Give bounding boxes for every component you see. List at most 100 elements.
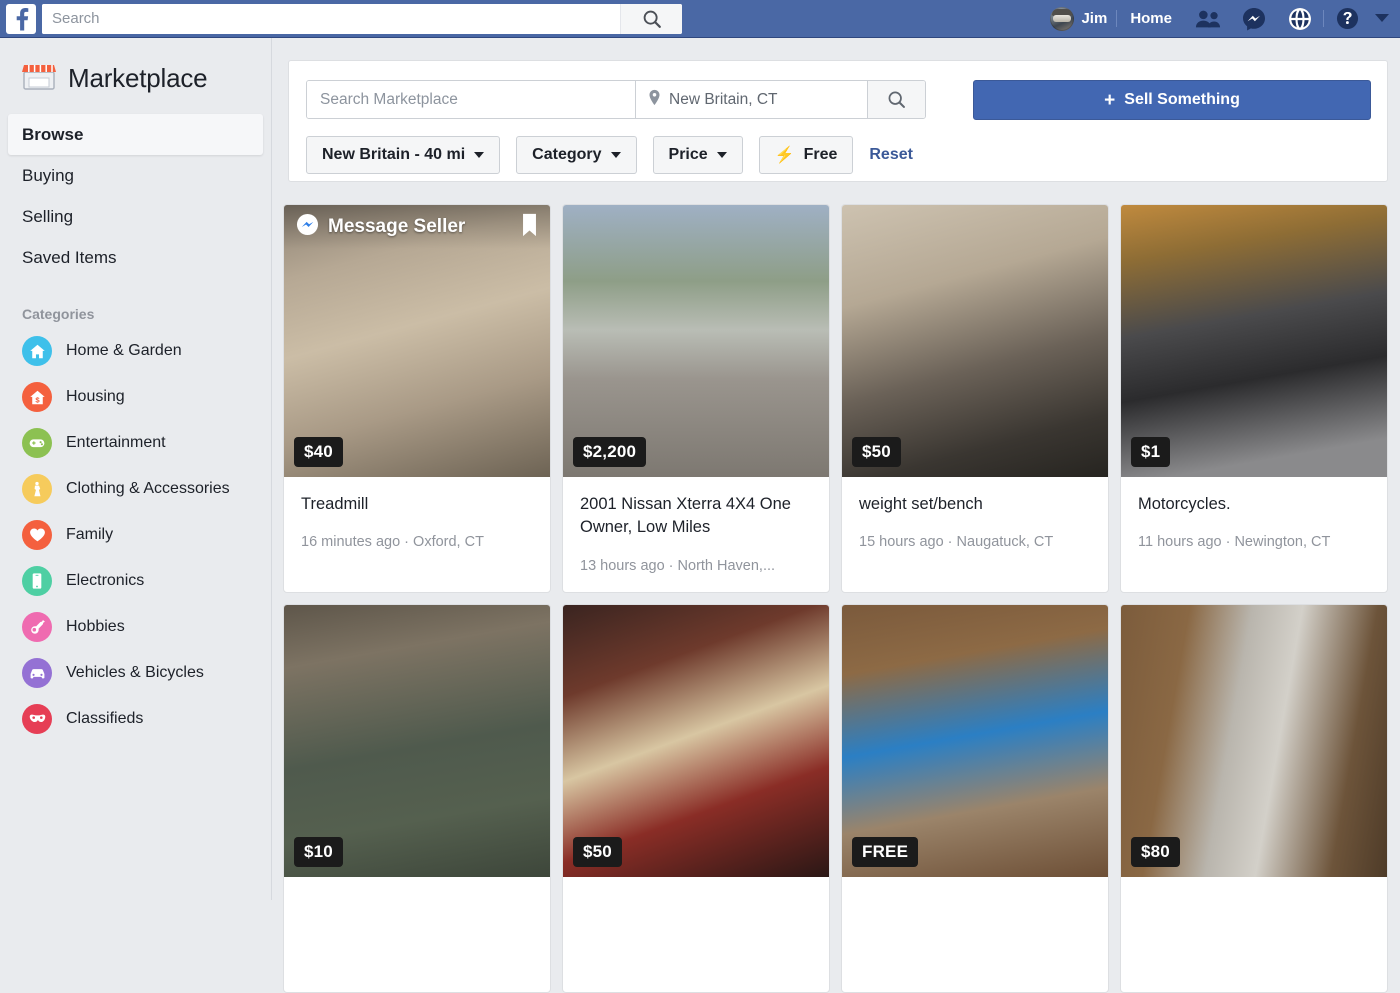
reset-filters-link[interactable]: Reset xyxy=(869,146,913,164)
global-search-input[interactable] xyxy=(42,4,620,34)
sidebar-item-housing[interactable]: $ Housing xyxy=(8,374,263,420)
sidebar-item-label: Saved Items xyxy=(22,248,117,268)
category-label: Classifieds xyxy=(66,708,143,729)
bolt-icon: ⚡ xyxy=(775,145,795,165)
price-badge: FREE xyxy=(852,837,918,867)
sell-something-button[interactable]: + Sell Something xyxy=(973,80,1371,120)
listing-card[interactable]: FREE xyxy=(841,604,1109,993)
listing-photo[interactable]: $50 xyxy=(842,205,1108,477)
marketplace-search-group[interactable] xyxy=(306,80,926,119)
listing-card[interactable]: $50 xyxy=(562,604,830,993)
category-label: Housing xyxy=(66,386,125,407)
filter-label: Price xyxy=(669,146,708,164)
profile-nav-button[interactable]: Jim xyxy=(1041,4,1116,34)
search-icon xyxy=(886,89,907,110)
help-button[interactable] xyxy=(1324,4,1370,34)
listing-title: 2001 Nissan Xterra 4X4 One Owner, Low Mi… xyxy=(580,493,812,540)
category-label: Entertainment xyxy=(66,432,166,453)
listing-photo[interactable]: Message Seller $40 xyxy=(284,205,550,477)
listing-meta: 13 hours ago · North Haven,... xyxy=(580,558,812,574)
dress-icon xyxy=(22,474,52,504)
bookmark-icon[interactable] xyxy=(521,213,538,242)
listing-card[interactable]: Message Seller $40 Treadmill 16 minutes … xyxy=(283,204,551,593)
messenger-button[interactable] xyxy=(1231,4,1277,34)
filter-location-radius[interactable]: New Britain - 40 mi xyxy=(306,136,500,174)
marketplace-main: + Sell Something New Britain - 40 mi Cat… xyxy=(272,38,1400,900)
price-badge: $10 xyxy=(294,837,343,867)
listing-card[interactable]: $1 Motorcycles. 11 hours ago · Newington… xyxy=(1120,204,1388,593)
notifications-button[interactable] xyxy=(1277,4,1323,34)
house-dollar-icon: $ xyxy=(22,382,52,412)
sidebar-item-electronics[interactable]: Electronics xyxy=(8,558,263,604)
listing-card[interactable]: $10 xyxy=(283,604,551,993)
sidebar-item-family[interactable]: Family xyxy=(8,512,263,558)
sidebar-item-saved-items[interactable]: Saved Items xyxy=(8,237,263,278)
price-badge: $50 xyxy=(573,837,622,867)
listing-card[interactable]: $2,200 2001 Nissan Xterra 4X4 One Owner,… xyxy=(562,204,830,593)
message-seller-overlay[interactable]: Message Seller xyxy=(284,205,550,249)
sell-button-label: Sell Something xyxy=(1124,91,1240,109)
chevron-down-icon xyxy=(611,152,621,158)
search-submit-button[interactable] xyxy=(867,81,925,118)
sidebar-item-label: Browse xyxy=(22,125,83,145)
page-title: Marketplace xyxy=(68,63,207,94)
sidebar-item-label: Buying xyxy=(22,166,74,186)
sidebar-item-buying[interactable]: Buying xyxy=(8,155,263,196)
location-field[interactable] xyxy=(635,81,867,118)
sidebar-item-classifieds[interactable]: Classifieds xyxy=(8,696,263,742)
search-input[interactable] xyxy=(307,81,635,118)
categories-list: Home & Garden $ Housing En xyxy=(8,328,263,742)
chevron-down-icon xyxy=(474,152,484,158)
listing-photo[interactable]: FREE xyxy=(842,605,1108,877)
sidebar-item-home-garden[interactable]: Home & Garden xyxy=(8,328,263,374)
sidebar-item-hobbies[interactable]: Hobbies xyxy=(8,604,263,650)
sidebar-item-selling[interactable]: Selling xyxy=(8,196,263,237)
categories-heading: Categories xyxy=(22,306,271,322)
category-label: Vehicles & Bicycles xyxy=(66,662,204,683)
friend-requests-button[interactable] xyxy=(1185,4,1231,34)
sidebar-item-vehicles-bicycles[interactable]: Vehicles & Bicycles xyxy=(8,650,263,696)
sidebar-item-browse[interactable]: Browse xyxy=(8,114,263,155)
friend-requests-icon xyxy=(1195,9,1221,29)
category-label: Hobbies xyxy=(66,616,125,637)
listing-photo[interactable]: $80 xyxy=(1121,605,1387,877)
price-badge: $40 xyxy=(294,437,343,467)
mask-icon xyxy=(22,704,52,734)
location-input[interactable] xyxy=(669,91,849,109)
listing-title: weight set/bench xyxy=(859,493,1091,516)
marketplace-sidebar: Marketplace Browse Buying Selling Saved … xyxy=(0,38,272,900)
avatar xyxy=(1050,7,1074,31)
category-label: Clothing & Accessories xyxy=(66,478,230,499)
filter-row: New Britain - 40 mi Category Price ⚡ Fre… xyxy=(289,119,1387,174)
listing-photo[interactable]: $10 xyxy=(284,605,550,877)
listings-grid: Message Seller $40 Treadmill 16 minutes … xyxy=(283,204,1393,993)
sidebar-item-label: Selling xyxy=(22,207,73,227)
listing-photo[interactable]: $50 xyxy=(563,605,829,877)
global-search-button[interactable] xyxy=(620,4,682,34)
category-label: Home & Garden xyxy=(66,340,182,361)
home-nav-link[interactable]: Home xyxy=(1117,4,1185,34)
filter-category[interactable]: Category xyxy=(516,136,636,174)
sidebar-item-clothing-accessories[interactable]: Clothing & Accessories xyxy=(8,466,263,512)
smartphone-icon xyxy=(22,566,52,596)
listing-card[interactable]: $50 weight set/bench 15 hours ago · Naug… xyxy=(841,204,1109,593)
search-icon xyxy=(641,8,663,30)
filter-price[interactable]: Price xyxy=(653,136,743,174)
messenger-icon xyxy=(296,213,319,241)
marketplace-brand[interactable]: Marketplace xyxy=(0,38,271,96)
facebook-f-logo[interactable] xyxy=(6,4,36,34)
global-search-bar[interactable] xyxy=(42,4,682,34)
search-row: + Sell Something xyxy=(289,61,1387,119)
sidebar-item-entertainment[interactable]: Entertainment xyxy=(8,420,263,466)
plus-icon: + xyxy=(1104,91,1115,110)
filter-free[interactable]: ⚡ Free xyxy=(759,136,854,174)
listing-card[interactable]: $80 xyxy=(1120,604,1388,993)
message-seller-label: Message Seller xyxy=(328,216,465,238)
account-menu-button[interactable] xyxy=(1370,4,1394,34)
listing-photo[interactable]: $2,200 xyxy=(563,205,829,477)
price-badge: $1 xyxy=(1131,437,1170,467)
listing-body: weight set/bench 15 hours ago · Naugatuc… xyxy=(842,477,1108,592)
filter-label: Category xyxy=(532,146,601,164)
listing-photo[interactable]: $1 xyxy=(1121,205,1387,477)
price-badge: $2,200 xyxy=(573,437,646,467)
